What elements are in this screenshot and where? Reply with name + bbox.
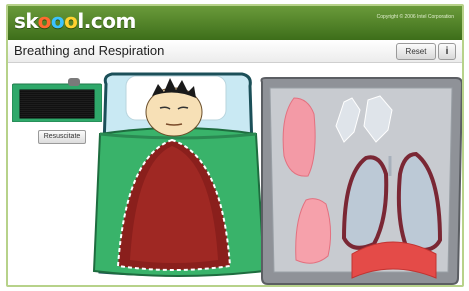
illustration-scene [92, 72, 462, 285]
lung-piece-upper-left[interactable] [282, 97, 316, 177]
app-frame: skoool.com Copyright © 2006 Intel Corpor… [6, 4, 464, 287]
